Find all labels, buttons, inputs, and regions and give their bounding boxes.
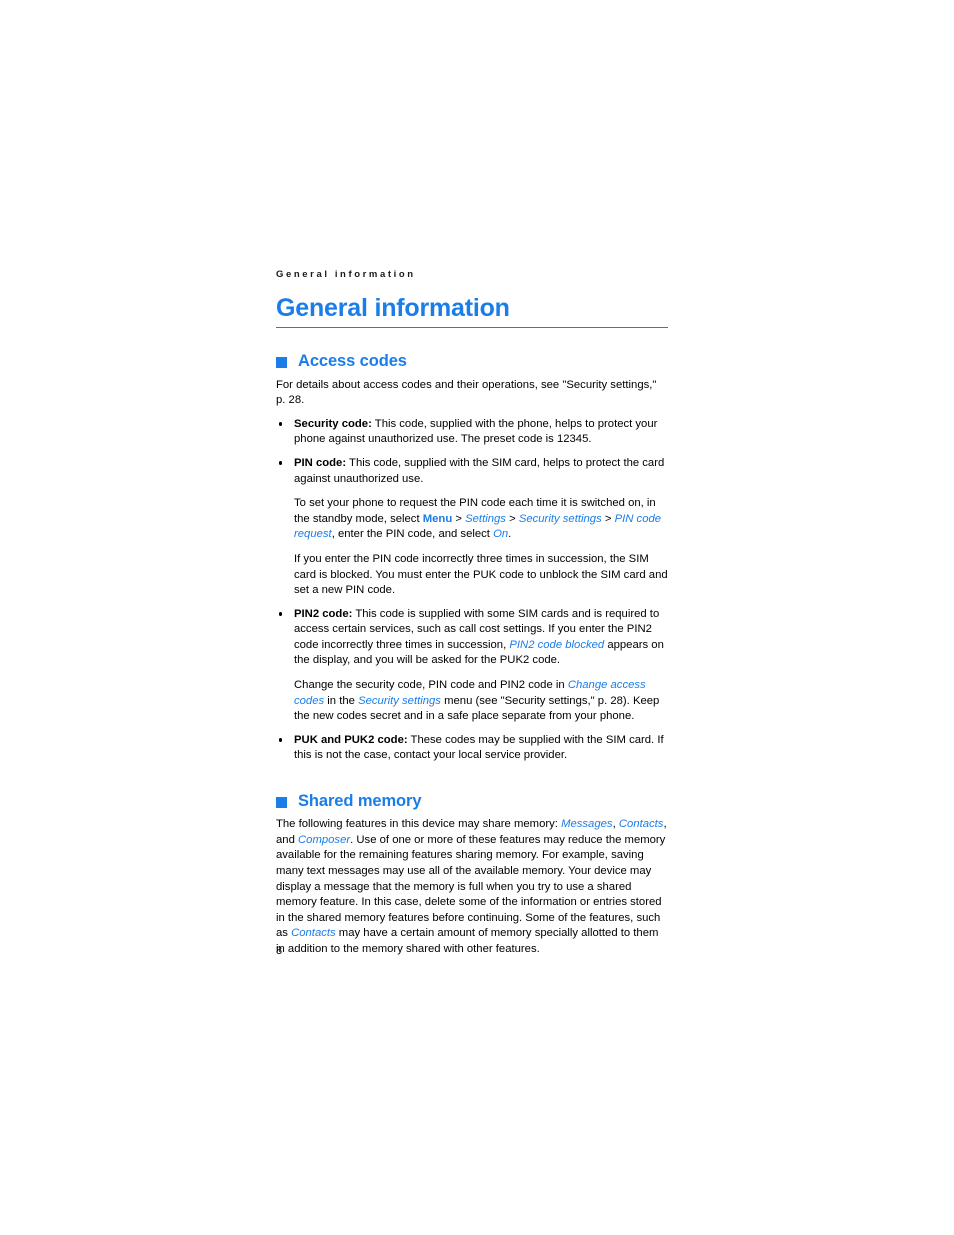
title-divider [276,327,668,329]
bullet-dot-icon [279,461,283,465]
ui-reference-text: Contacts [618,818,664,831]
ui-reference-text: Security settings [518,512,602,525]
list-item: Security code: This code, supplied with … [276,417,668,448]
body-text: > [505,512,519,525]
section-title-access-codes: Access codes [298,352,407,371]
access-codes-list: Security code: This code, supplied with … [276,417,668,764]
ui-reference-text: PIN2 code blocked [509,638,605,651]
page-number: 8 [276,945,283,957]
body-text: . [508,528,512,541]
term-label: PIN code: [294,456,347,469]
term-description: This code, supplied with the SIM card, h… [294,456,665,485]
running-header: General information [276,269,416,280]
document-page: General information General information … [0,0,954,1235]
body-text: > [601,512,615,525]
ui-reference-text: On [493,528,509,541]
list-item-text: PIN2 code: This code is supplied with so… [294,607,668,669]
ui-reference-text: Messages [561,818,613,831]
ui-reference-text: Security settings [358,694,441,707]
list-item-text: Security code: This code, supplied with … [294,417,668,448]
square-bullet-icon [276,796,287,808]
term-label: PIN2 code: [294,607,353,620]
body-text: Change the security code, PIN code and P… [294,679,568,692]
page-title: General information [276,294,510,323]
ui-reference-text: Contacts [291,927,336,940]
list-item: PIN2 code: This code is supplied with so… [276,607,668,669]
list-item: PIN code: This code, supplied with the S… [276,456,668,487]
bullet-dot-icon [279,422,283,426]
body-text: . Use of one or more of these features m… [276,833,666,940]
page-content-column: General information General information … [276,269,668,967]
square-bullet-icon [276,357,287,368]
ui-reference-text: Settings [465,512,506,525]
section-lead-paragraph: For details about access codes and their… [276,378,657,407]
shared-memory-body: The following features in this device ma… [276,817,668,957]
pin-code-blocked-paragraph: If you enter the PIN code incorrectly th… [276,552,668,599]
ui-reference-text: Composer [298,833,351,846]
section-heading-shared-memory: Shared memory [276,792,668,810]
list-item: PUK and PUK2 code: These codes may be su… [276,733,668,764]
body-text: > [452,512,466,525]
list-item-text: PIN code: This code, supplied with the S… [294,456,668,487]
term-label: PUK and PUK2 code: [294,733,408,746]
body-text: The following features in this device ma… [276,818,562,831]
bullet-dot-icon [279,612,283,616]
body-text: If you enter the PIN code incorrectly th… [294,552,668,597]
pin-code-request-paragraph: To set your phone to request the PIN cod… [276,496,668,543]
section-title-shared-memory: Shared memory [298,792,422,811]
body-text: , enter the PIN code, and select [331,528,494,541]
section-heading-access-codes: Access codes [276,352,668,370]
bullet-dot-icon [279,738,283,742]
ui-reference-text: Menu [422,512,453,525]
term-label: Security code: [294,417,372,430]
list-item-text: PUK and PUK2 code: These codes may be su… [294,733,668,764]
change-access-codes-paragraph: Change the security code, PIN code and P… [276,678,668,725]
body-text: in the [324,694,359,707]
